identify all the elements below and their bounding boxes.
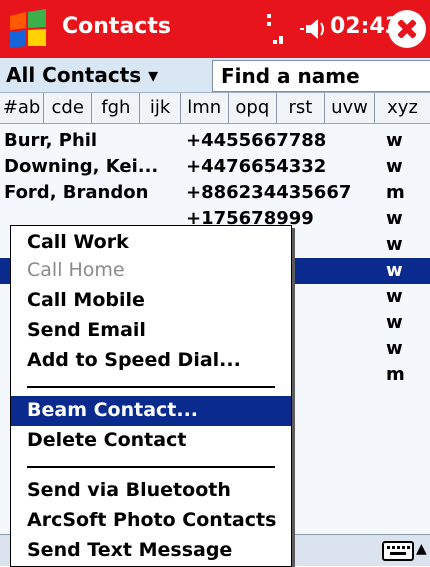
contact-name: Burr, Phil bbox=[4, 130, 98, 151]
tab-fgh[interactable]: fgh bbox=[92, 93, 141, 123]
menu-item-arcsoft-photo-contacts[interactable]: ArcSoft Photo Contacts bbox=[11, 506, 291, 536]
menu-item-call-home: Call Home bbox=[27, 259, 125, 281]
contact-phone-type: w bbox=[386, 338, 403, 359]
app-title: Contacts bbox=[62, 14, 171, 39]
tab-ab[interactable]: #ab bbox=[0, 93, 45, 123]
contact-phone-type: w bbox=[386, 208, 403, 229]
menu-item-send-email[interactable]: Send Email bbox=[11, 316, 291, 346]
list-item[interactable]: Downing, Kei... +4476654332 w bbox=[0, 154, 430, 180]
contact-name: Downing, Kei... bbox=[4, 156, 159, 177]
contact-phone-type: w bbox=[386, 156, 403, 177]
menu-item-send-bluetooth[interactable]: Send via Bluetooth bbox=[11, 476, 291, 506]
input-selector-arrow-icon[interactable]: ▲ bbox=[416, 541, 430, 561]
menu-item-beam-contact[interactable]: Beam Contact... bbox=[11, 396, 291, 426]
find-name-placeholder: Find a name bbox=[221, 64, 360, 88]
tab-opq[interactable]: opq bbox=[229, 93, 277, 123]
close-icon[interactable] bbox=[388, 10, 426, 48]
list-item[interactable]: Burr, Phil +4455667788 w bbox=[0, 128, 430, 154]
contact-phone-type: w bbox=[386, 234, 403, 255]
menu-item-send-text-message[interactable]: Send Text Message bbox=[11, 536, 291, 566]
menu-item-call-work[interactable]: Call Work bbox=[11, 228, 291, 258]
contact-name: Ford, Brandon bbox=[4, 182, 149, 203]
speaker-icon[interactable] bbox=[298, 16, 326, 42]
contact-phone-type: m bbox=[386, 182, 405, 203]
menu-separator bbox=[27, 386, 275, 388]
tab-cde[interactable]: cde bbox=[44, 93, 93, 123]
contact-phone: +4455667788 bbox=[186, 130, 327, 151]
contact-phone: +4476654332 bbox=[186, 156, 327, 177]
find-name-input[interactable]: Find a name bbox=[212, 60, 430, 92]
contact-phone-type: w bbox=[386, 130, 403, 151]
contact-phone-type: w bbox=[386, 312, 403, 333]
contact-phone-type: w bbox=[386, 260, 403, 281]
list-item[interactable]: Ford, Brandon +886234435667 m bbox=[0, 180, 430, 206]
keyboard-icon[interactable] bbox=[382, 539, 414, 563]
menu-item-call-mobile[interactable]: Call Mobile bbox=[11, 286, 291, 316]
title-bar: Contacts 02:43 bbox=[0, 0, 430, 58]
contact-phone-type: m bbox=[386, 364, 405, 385]
connectivity-icon[interactable] bbox=[265, 12, 287, 48]
menu-item-add-speed-dial[interactable]: Add to Speed Dial... bbox=[11, 346, 291, 376]
alphabet-tabs: #ab cde fgh ijk lmn opq rst uvw xyz bbox=[0, 93, 430, 124]
menu-item-delete-contact[interactable]: Delete Contact bbox=[11, 426, 291, 456]
menu-separator bbox=[27, 466, 275, 468]
tab-uvw[interactable]: uvw bbox=[325, 93, 376, 123]
context-menu: Call Work Call Home Call Mobile Send Ema… bbox=[10, 225, 292, 567]
category-filter-dropdown[interactable]: All Contacts ▾ bbox=[6, 63, 158, 87]
contact-phone-type: w bbox=[386, 286, 403, 307]
tab-xyz[interactable]: xyz bbox=[375, 93, 430, 123]
tab-ijk[interactable]: ijk bbox=[140, 93, 181, 123]
tab-rst[interactable]: rst bbox=[277, 93, 325, 123]
windows-start-icon[interactable] bbox=[6, 8, 50, 52]
contact-phone: +886234435667 bbox=[186, 182, 352, 203]
tab-lmn[interactable]: lmn bbox=[181, 93, 229, 123]
